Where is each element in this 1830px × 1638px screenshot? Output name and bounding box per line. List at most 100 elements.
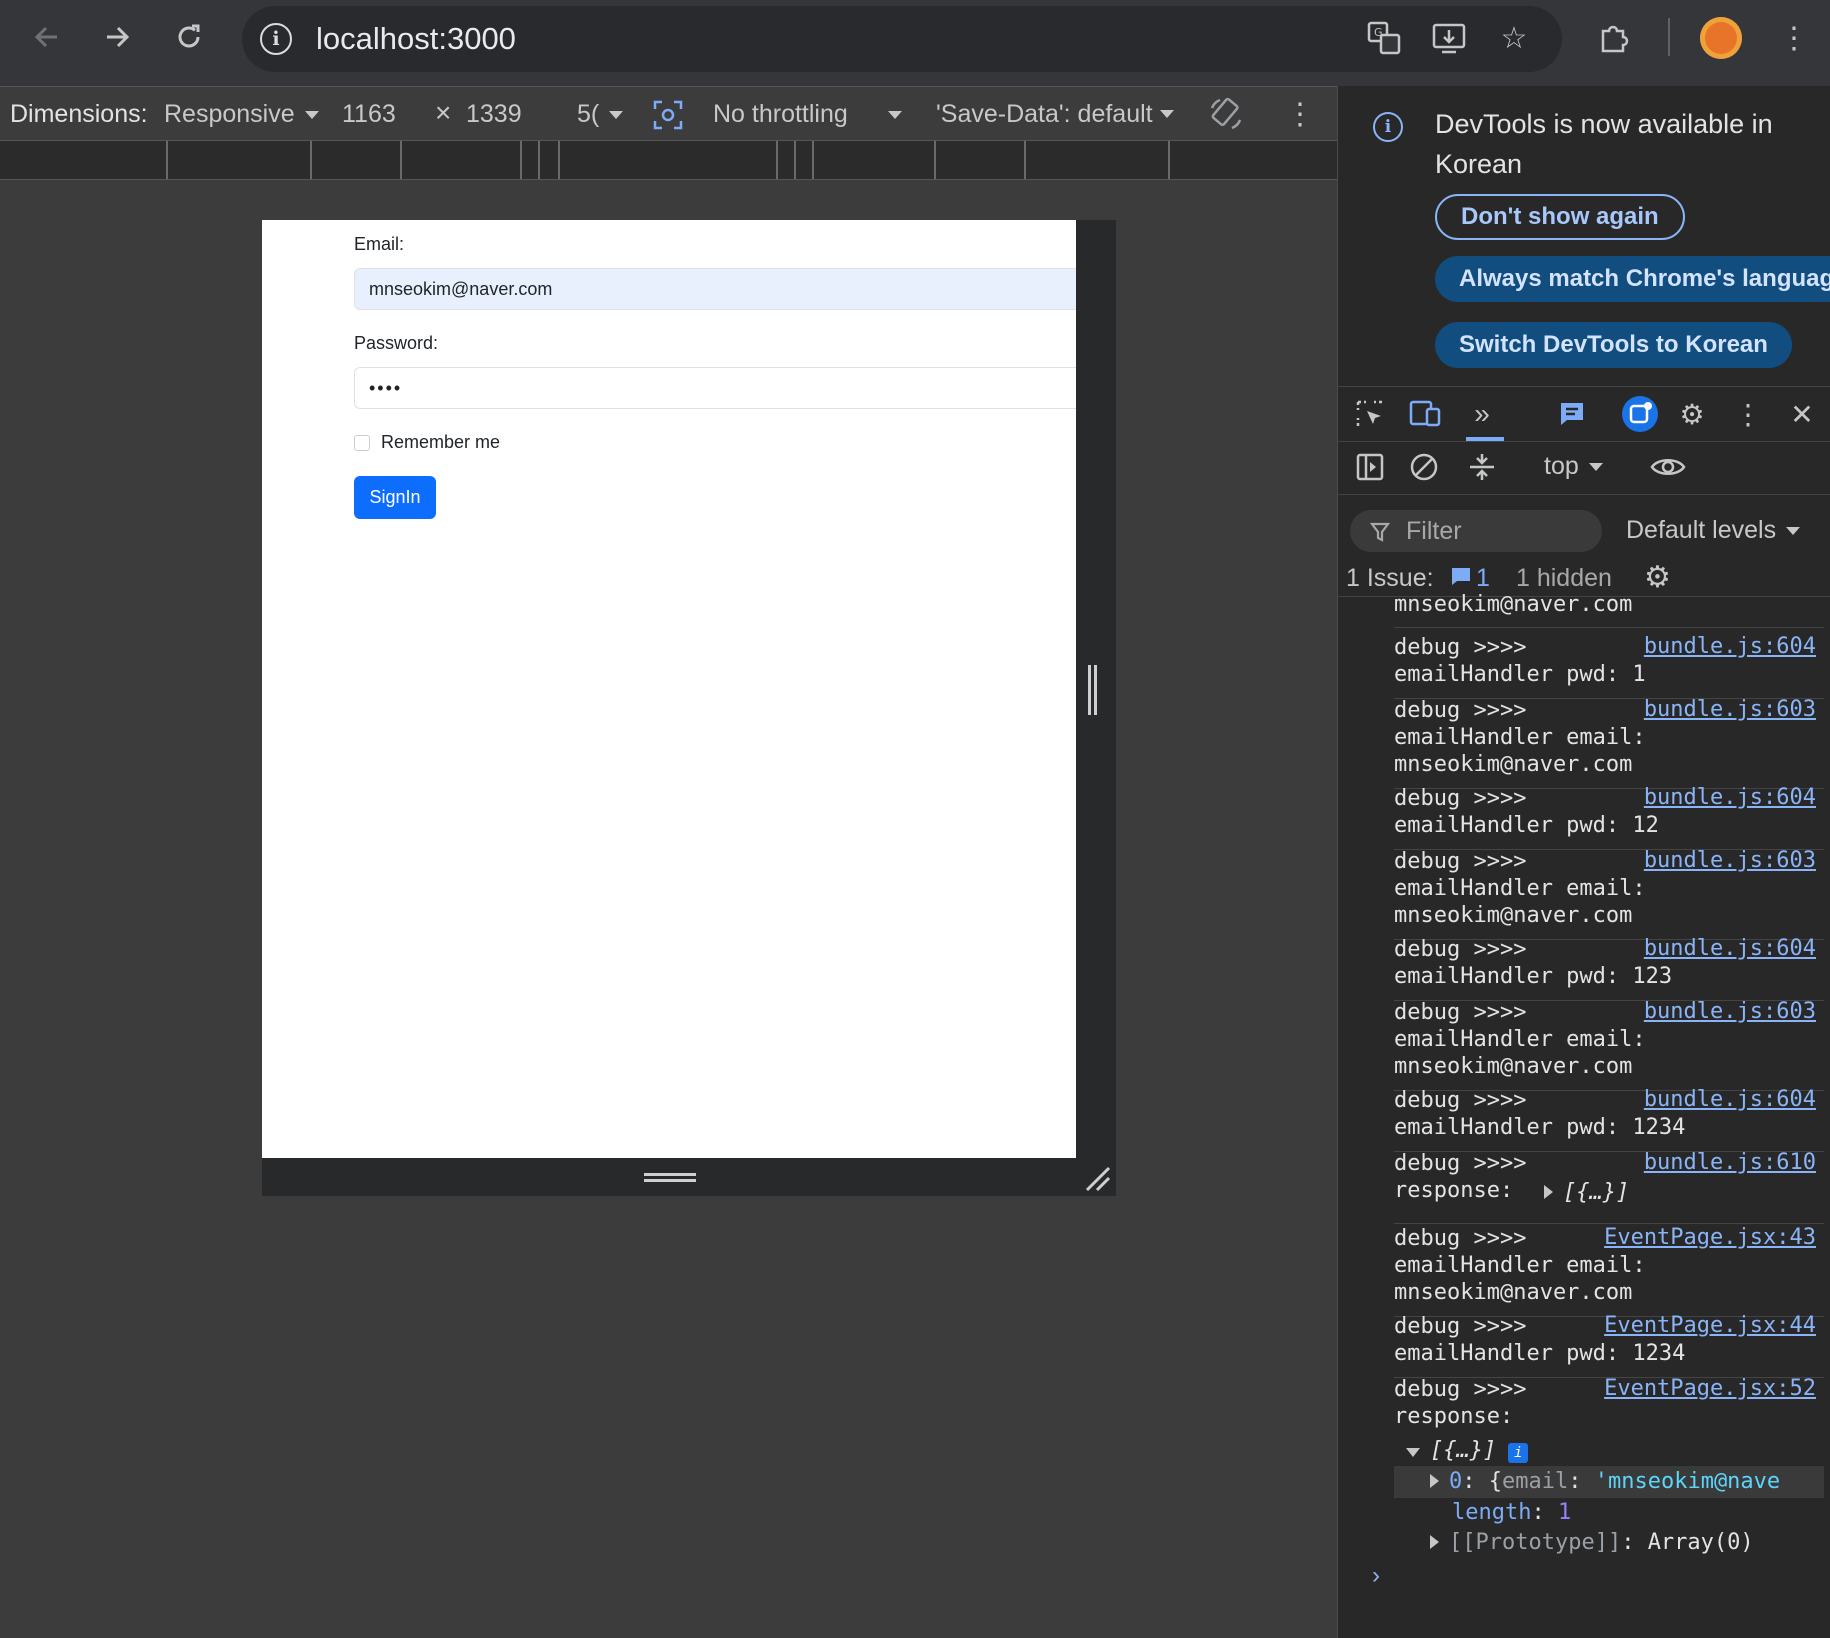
live-expression-eye-icon[interactable] [1648,447,1688,487]
zoom-select[interactable]: 5( [577,100,624,129]
expand-triangle-icon[interactable] [1430,1474,1439,1488]
throttling-select-value: No throttling [713,100,848,128]
chrome-menu-icon[interactable]: ⋮ [1772,16,1816,60]
source-link[interactable]: EventPage.jsx:44 [1604,1313,1816,1338]
source-link[interactable]: bundle.js:603 [1644,697,1816,722]
extensions-icon[interactable] [1592,16,1636,60]
always-match-language-button[interactable]: Always match Chrome's languag [1435,256,1830,302]
resize-handle-bottom[interactable] [644,1173,696,1185]
clear-console-icon[interactable] [1404,447,1444,487]
info-badge-icon: i [1508,1443,1529,1463]
email-field[interactable]: mnseokim@naver.com [354,268,1076,310]
source-link[interactable]: bundle.js:604 [1644,634,1816,659]
app-page: Email: mnseokim@naver.com Password: ••••… [262,220,1076,1158]
translate-icon[interactable]: G [1362,16,1406,60]
console-message: mnseokim@naver.com [1394,592,1824,628]
device-select-value: Responsive [164,100,295,128]
source-link[interactable]: bundle.js:604 [1644,785,1816,810]
devtools-panel: i DevTools is now available in Korean Do… [1337,86,1830,1638]
hidden-issues[interactable]: 1 hidden [1516,564,1612,593]
ruler-tick [538,141,540,179]
settings-gear-icon[interactable]: ⚙ [1672,394,1712,434]
password-field[interactable]: •••• [354,367,1076,409]
save-data-select-value: 'Save-Data': default [936,100,1153,128]
source-link[interactable]: bundle.js:604 [1644,1087,1816,1112]
toolbar-divider [1668,18,1670,56]
item-value: 'mnseokim@nave [1594,1469,1781,1494]
console-text: emailHandler email: [1394,725,1646,750]
throttling-select[interactable]: No throttling [713,100,902,129]
more-options-icon[interactable]: ⋮ [1278,92,1322,136]
chevron-down-icon [609,111,624,120]
expanded-array[interactable]: [{…}] i [1394,1436,1824,1466]
save-data-select[interactable]: 'Save-Data': default [936,100,1176,129]
bookmark-star-icon[interactable]: ☆ [1492,16,1536,60]
resize-handle-corner[interactable] [1083,1164,1111,1192]
language-notice: DevTools is now available in Korean [1435,109,1773,179]
site-info-icon[interactable]: i [260,23,292,55]
source-link[interactable]: bundle.js:603 [1644,999,1816,1024]
collapse-groups-icon[interactable] [1462,447,1502,487]
console-message: debug >>>> emailHandler email: mnseokim@na… [1394,848,1824,940]
log-levels-select[interactable]: Default levels [1626,516,1801,545]
signin-button[interactable]: SignIn [354,476,436,519]
console-message: debug >>>> emailHandler pwd: 12 bundle.js:… [1394,785,1824,850]
issues-icon[interactable] [1552,394,1592,434]
source-link[interactable]: EventPage.jsx:43 [1604,1225,1816,1250]
profile-avatar[interactable] [1700,17,1742,59]
issues-settings-icon[interactable]: ⚙ [1644,560,1671,595]
prototype-row[interactable]: [[Prototype]]: Array(0) [1394,1528,1824,1558]
width-input[interactable]: 1163 [342,100,396,129]
ai-assistance-icon[interactable] [1620,394,1660,434]
source-link[interactable]: bundle.js:604 [1644,936,1816,961]
array-preview: [{…}] [1563,1180,1630,1205]
more-tabs-icon[interactable]: » [1462,394,1502,434]
item-prop: email [1502,1469,1569,1494]
object-tree: [{…}] i 0: {email: 'mnseokim@nave length: 1… [1394,1436,1824,1558]
remember-label[interactable]: Remember me [381,432,500,453]
url-text[interactable]: localhost:3000 [316,21,516,57]
device-select[interactable]: Responsive [164,100,319,129]
inspect-element-icon[interactable] [1350,394,1390,434]
dont-show-again-button[interactable]: Don't show again [1435,194,1685,240]
chevron-down-icon [304,111,319,120]
console-text: emailHandler email: [1394,1253,1646,1278]
media-query-ruler[interactable] [0,140,1337,180]
dimensions-label: Dimensions: [10,100,148,128]
console-prompt-icon[interactable]: › [1372,1562,1380,1590]
remember-checkbox[interactable] [354,435,370,451]
collapse-triangle-icon[interactable] [1406,1448,1420,1457]
capture-screenshot-icon[interactable] [646,93,690,137]
resize-handle-right[interactable] [1088,665,1100,715]
ruler-tick [310,141,312,179]
expand-triangle-icon[interactable] [1544,1185,1553,1199]
console-message: debug >>>> emailHandler email: mnseokim@na… [1394,697,1824,789]
prop-colon: : [1568,1469,1595,1494]
console-toolbar: top [1338,440,1830,495]
context-select-value: top [1544,452,1579,480]
ruler-tick [558,141,560,179]
source-link[interactable]: bundle.js:610 [1644,1150,1816,1175]
switch-korean-button[interactable]: Switch DevTools to Korean [1435,322,1792,368]
close-devtools-icon[interactable]: ✕ [1782,394,1822,434]
length-key: length [1452,1500,1532,1525]
issues-count[interactable]: 1 [1476,564,1490,593]
devtools-menu-icon[interactable]: ⋮ [1728,394,1768,434]
source-link[interactable]: bundle.js:603 [1644,848,1816,873]
email-label: Email: [354,234,405,254]
device-toggle-icon[interactable] [1406,394,1446,434]
install-app-icon[interactable] [1428,16,1472,60]
height-input[interactable]: 1339 [466,100,522,129]
array-item-row[interactable]: 0: {email: 'mnseokim@nave [1394,1466,1824,1498]
source-link[interactable]: EventPage.jsx:52 [1604,1376,1816,1401]
length-colon: : [1531,1500,1558,1525]
rotate-icon[interactable] [1204,92,1248,136]
console-filter-input[interactable]: Filter [1350,510,1602,552]
back-icon[interactable] [24,14,70,60]
collapsed-array[interactable]: [{…}] [1544,1180,1629,1205]
expand-triangle-icon[interactable] [1430,1535,1439,1549]
forward-icon[interactable] [94,14,140,60]
context-select[interactable]: top [1544,452,1603,481]
sidebar-toggle-icon[interactable] [1350,447,1390,487]
reload-icon[interactable] [166,14,212,60]
